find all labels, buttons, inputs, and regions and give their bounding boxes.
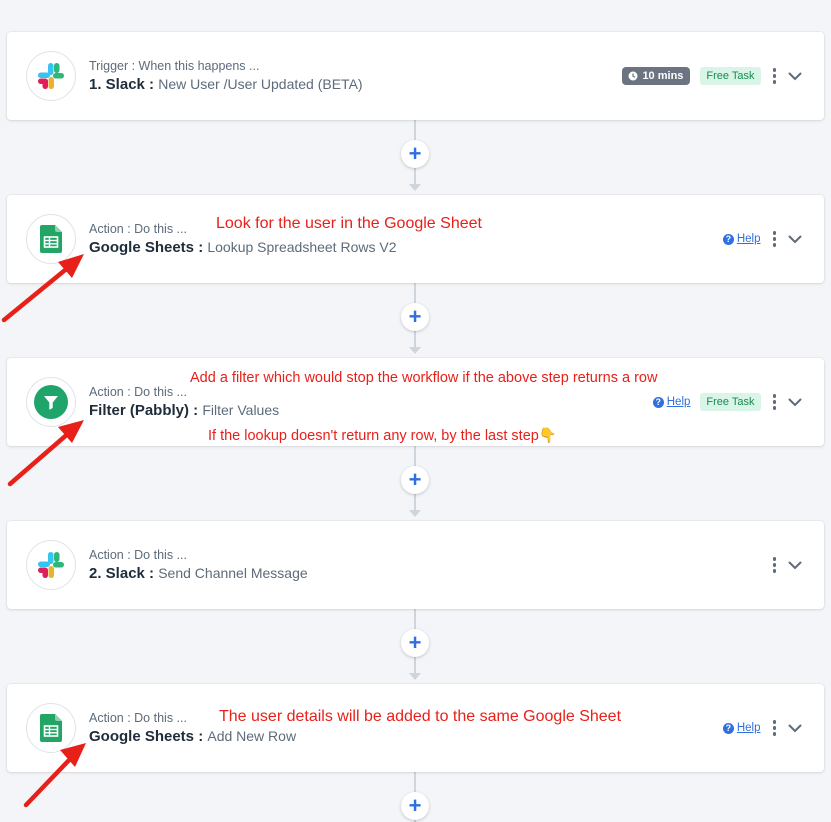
step-app-name: 2. Slack : [89,565,155,582]
help-link[interactable]: ? Help [652,396,691,408]
add-step-button[interactable]: + [401,629,429,657]
step-title: 2. Slack : Send Channel Message [89,565,308,582]
more-options-icon[interactable] [771,557,779,573]
help-label: Help [666,396,691,408]
step-app-name: Filter (Pabbly) : [89,402,199,419]
help-link[interactable]: ? Help [722,722,761,734]
step-controls: 10 mins Free Task [622,66,802,86]
annotation-filter-top: Add a filter which would stop the workfl… [190,370,658,386]
add-step-button[interactable]: + [401,466,429,494]
help-icon: ? [722,233,734,245]
step-subtitle: Action : Do this ... [89,711,187,725]
connector-arrow [409,673,421,680]
workflow-step-google-sheets-lookup[interactable]: Action : Do this ... Google Sheets : Loo… [7,195,824,283]
add-step-button[interactable]: + [401,303,429,331]
step-controls: ? Help [722,229,802,249]
connector-arrow [409,510,421,517]
connector-arrow [409,184,421,191]
chevron-down-icon[interactable] [788,235,802,244]
free-task-badge: Free Task [700,393,761,411]
help-icon: ? [652,396,664,408]
step-controls: ? Help Free Task [652,392,802,412]
chevron-down-icon[interactable] [788,724,802,733]
step-controls: ? Help [722,718,802,738]
step-title: Filter (Pabbly) : Filter Values [89,402,279,419]
polling-time-label: 10 mins [642,70,684,82]
step-subtitle: Action : Do this ... [89,548,187,562]
add-step-button[interactable]: + [401,140,429,168]
chevron-down-icon[interactable] [788,561,802,570]
red-arrow-annotation [7,420,84,487]
red-arrow-annotation [23,743,86,808]
help-link[interactable]: ? Help [722,233,761,245]
step-subtitle: Action : Do this ... [89,222,187,236]
add-step-button[interactable]: + [401,792,429,820]
annotation-add-row: The user details will be added to the sa… [219,708,622,725]
workflow-step-trigger-slack[interactable]: Trigger : When this happens ... 1. Slack… [7,32,824,120]
step-app-name: 1. Slack : [89,76,155,93]
more-options-icon[interactable] [771,720,779,736]
help-label: Help [736,233,761,245]
help-label: Help [736,722,761,734]
step-event-name: Add New Row [207,728,297,744]
step-app-name: Google Sheets : [89,728,204,745]
step-title: Google Sheets : Lookup Spreadsheet Rows … [89,239,396,256]
slack-logo-icon [26,51,76,101]
step-event-name: Filter Values [202,402,280,418]
step-title: Google Sheets : Add New Row [89,728,296,745]
step-title: 1. Slack : New User /User Updated (BETA) [89,76,363,93]
help-icon: ? [722,722,734,734]
red-arrow-annotation [1,254,84,323]
more-options-icon[interactable] [771,394,779,410]
step-event-name: New User /User Updated (BETA) [158,76,363,92]
slack-logo-icon [26,540,76,590]
workflow-step-google-sheets-add-row[interactable]: Action : Do this ... Google Sheets : Add… [7,684,824,772]
step-subtitle: Trigger : When this happens ... [89,59,260,73]
step-controls [771,555,803,575]
chevron-down-icon[interactable] [788,72,802,81]
workflow-step-slack-send-message[interactable]: Action : Do this ... 2. Slack : Send Cha… [7,521,824,609]
connector-arrow [409,347,421,354]
step-event-name: Lookup Spreadsheet Rows V2 [207,239,397,255]
clock-icon [628,71,638,81]
step-app-name: Google Sheets : [89,239,204,256]
annotation-filter-bottom: If the lookup doesn't return any row, by… [208,428,557,444]
more-options-icon[interactable] [771,68,779,84]
polling-time-badge: 10 mins [622,67,691,85]
chevron-down-icon[interactable] [788,398,802,407]
annotation-lookup: Look for the user in the Google Sheet [216,215,482,232]
more-options-icon[interactable] [771,231,779,247]
step-event-name: Send Channel Message [158,565,308,581]
free-task-badge: Free Task [700,67,761,85]
step-subtitle: Action : Do this ... [89,385,187,399]
